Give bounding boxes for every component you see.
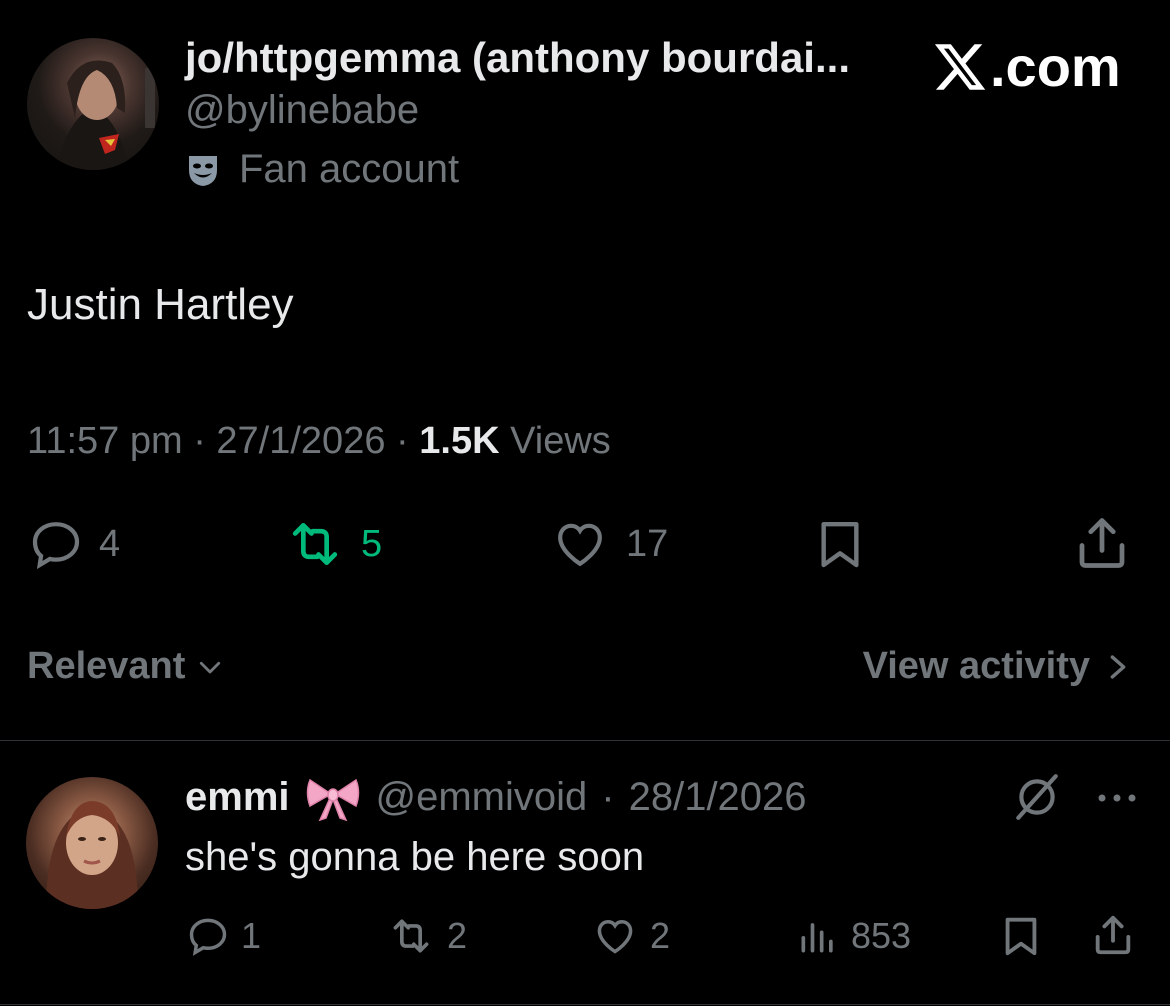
repost-button[interactable]: 5 <box>283 516 382 572</box>
reply-repost-button[interactable]: 2 <box>385 914 467 958</box>
like-button[interactable]: 17 <box>548 516 668 572</box>
grok-button[interactable] <box>1012 772 1062 827</box>
share-icon <box>1079 518 1125 568</box>
site-watermark: .com <box>930 34 1121 99</box>
sort-dropdown[interactable]: Relevant <box>27 645 225 688</box>
theater-masks-icon <box>189 155 217 186</box>
share-icon <box>1095 915 1131 955</box>
reply-icon <box>189 918 227 956</box>
meta-separator: · <box>193 420 206 462</box>
reply-bookmark-button[interactable] <box>998 912 1044 960</box>
meta-separator: · <box>396 420 409 462</box>
site-label: .com <box>990 35 1121 98</box>
view-activity-label: View activity <box>862 645 1090 687</box>
author-handle[interactable]: @bylinebabe <box>185 88 419 133</box>
post-meta: 11:57 pm · 27/1/2026 · 1.5K Views <box>27 420 611 463</box>
post-date[interactable]: 27/1/2026 <box>216 420 385 462</box>
bookmark-button[interactable] <box>812 514 868 574</box>
section-divider <box>0 740 1170 741</box>
post-text: Justin Hartley <box>27 280 294 329</box>
reply-count: 4 <box>99 522 121 565</box>
reply-reply-button[interactable]: 1 <box>185 914 261 958</box>
reply-text: she's gonna be here soon <box>185 835 645 879</box>
repost-icon <box>292 523 338 565</box>
author-name[interactable]: jo/httpgemma (anthony bourdai... <box>185 34 850 82</box>
reply-views-button[interactable]: 853 <box>795 914 911 958</box>
author-avatar[interactable] <box>27 38 159 170</box>
reply-avatar[interactable] <box>26 777 158 909</box>
chevron-right-icon <box>1110 654 1126 679</box>
fan-account-badge[interactable]: Fan account <box>185 147 459 192</box>
views-count: 1.5K <box>419 420 500 462</box>
like-icon <box>558 523 602 567</box>
bow-icon <box>306 778 359 822</box>
repost-icon <box>393 919 429 953</box>
like-icon <box>597 919 633 954</box>
bookmark-icon <box>1005 917 1037 956</box>
reply-share-button[interactable] <box>1090 910 1136 960</box>
views-label: Views <box>510 420 611 462</box>
reply-button[interactable]: 4 <box>27 516 120 572</box>
view-activity-link[interactable]: View activity <box>863 645 1130 688</box>
reply-repost-count: 2 <box>447 915 468 956</box>
chevron-down-icon <box>200 661 221 673</box>
sort-label: Relevant <box>27 645 186 687</box>
more-icon <box>1098 794 1136 802</box>
reply-author-name[interactable]: emmi <box>185 775 290 820</box>
post-time[interactable]: 11:57 pm <box>27 420 183 462</box>
fan-account-label: Fan account <box>239 147 460 191</box>
reply-separator: · <box>601 774 615 819</box>
views-icon <box>801 923 833 953</box>
like-count: 17 <box>626 522 669 565</box>
reply-icon <box>32 522 80 570</box>
avatar-image <box>57 60 155 170</box>
repost-count: 5 <box>361 522 383 565</box>
reply-views-count: 853 <box>851 915 912 956</box>
grok-icon <box>1016 774 1058 820</box>
reply-like-button[interactable]: 2 <box>590 914 670 958</box>
more-button[interactable] <box>1094 790 1140 811</box>
reply-like-count: 2 <box>650 915 671 956</box>
reply-date[interactable]: 28/1/2026 <box>629 775 807 820</box>
bottom-divider <box>0 1004 1170 1005</box>
bookmark-icon <box>821 521 859 568</box>
reply-header: emmi @emmivoid · 28/1/2026 <box>185 772 807 822</box>
reply-handle[interactable]: @emmivoid <box>376 775 588 820</box>
reply-avatar-image <box>46 801 138 909</box>
reply-reply-count: 1 <box>241 915 262 956</box>
x-logo-icon <box>934 43 986 90</box>
share-button[interactable] <box>1072 512 1132 574</box>
